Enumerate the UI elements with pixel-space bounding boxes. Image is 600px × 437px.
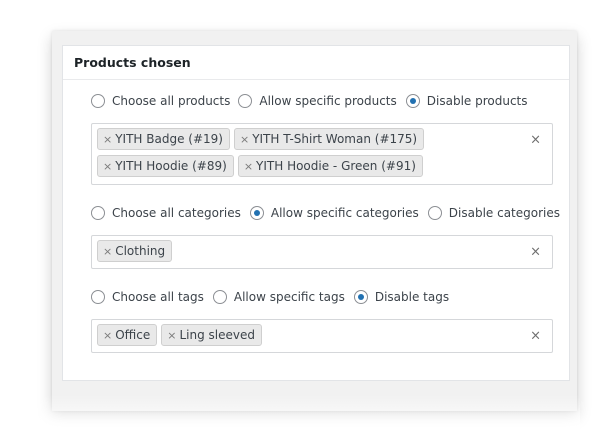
radio-checked-icon[interactable] (353, 290, 368, 304)
radio-circle-icon[interactable] (91, 290, 105, 304)
tag-label: YITH T-Shirt Woman (#175) (252, 132, 418, 146)
categories-section: Choose all categories Allow specific cat… (91, 203, 560, 269)
radio-disable-products[interactable]: Disable products (405, 94, 528, 108)
product-tag: × YITH Hoodie (#89) (97, 155, 234, 177)
radio-label: Disable categories (448, 206, 560, 220)
panel-header: Products chosen (63, 46, 569, 80)
categories-radio-group: Choose all categories Allow specific cat… (91, 203, 560, 223)
category-tag: × Clothing (97, 240, 173, 262)
tags-radio-group: Choose all tags Allow specific tags Disa… (91, 287, 553, 307)
radio-choose-all-products[interactable]: Choose all products (91, 94, 230, 108)
radio-circle-icon[interactable] (91, 94, 105, 108)
radio-label: Disable tags (374, 290, 450, 304)
radio-checked-icon[interactable] (405, 94, 420, 108)
tag-label: YITH Hoodie (#89) (115, 159, 227, 173)
tag-chip: × Office (97, 324, 158, 346)
remove-tag-icon[interactable]: × (103, 329, 112, 342)
radio-choose-all-tags[interactable]: Choose all tags (91, 290, 204, 304)
tag-label: YITH Badge (#19) (115, 132, 223, 146)
clear-all-icon[interactable]: × (530, 245, 541, 260)
radio-allow-specific-categories[interactable]: Allow specific categories (249, 206, 419, 220)
radio-allow-specific-products[interactable]: Allow specific products (238, 94, 397, 108)
categories-select-field[interactable]: × Clothing × (91, 235, 553, 269)
radio-label: Choose all categories (112, 206, 241, 220)
radio-label: Allow specific categories (270, 206, 419, 220)
radio-checked-icon[interactable] (249, 206, 264, 220)
tag-label: Ling sleeved (179, 328, 255, 342)
clear-all-icon[interactable]: × (530, 329, 541, 344)
radio-circle-icon[interactable] (91, 206, 105, 220)
radio-label: Choose all products (112, 94, 231, 108)
radio-choose-all-categories[interactable]: Choose all categories (91, 206, 241, 220)
radio-allow-specific-tags[interactable]: Allow specific tags (212, 290, 345, 304)
remove-tag-icon[interactable]: × (244, 160, 253, 173)
tag-label: YITH Hoodie - Green (#91) (256, 159, 416, 173)
radio-disable-categories[interactable]: Disable categories (427, 206, 560, 220)
radio-label: Choose all tags (112, 290, 204, 304)
panel-title: Products chosen (74, 55, 191, 70)
radio-label: Allow specific tags (233, 290, 345, 304)
product-tag: × YITH T-Shirt Woman (#175) (233, 128, 425, 150)
tag-label: Office (115, 328, 151, 342)
products-select-field[interactable]: × YITH Badge (#19) × YITH T-Shirt Woman … (91, 123, 553, 185)
products-chosen-panel: Products chosen Choose all products Allo… (62, 45, 570, 381)
clear-all-icon[interactable]: × (530, 133, 541, 148)
remove-tag-icon[interactable]: × (103, 160, 112, 173)
remove-tag-icon[interactable]: × (103, 245, 112, 258)
remove-tag-icon[interactable]: × (103, 133, 112, 146)
radio-circle-icon[interactable] (212, 290, 227, 304)
radio-circle-icon[interactable] (427, 206, 442, 220)
radio-label: Allow specific products (259, 94, 397, 108)
product-tag: × YITH Badge (#19) (97, 128, 230, 150)
product-tag: × YITH Hoodie - Green (#91) (237, 155, 423, 177)
remove-tag-icon[interactable]: × (240, 133, 249, 146)
tags-section: Choose all tags Allow specific tags Disa… (91, 287, 553, 353)
tag-chip: × Ling sleeved (161, 324, 262, 346)
radio-label: Disable products (426, 94, 528, 108)
tags-select-field[interactable]: × Office × Ling sleeved × (91, 319, 553, 353)
radio-disable-tags[interactable]: Disable tags (353, 290, 450, 304)
products-radio-group: Choose all products Allow specific produ… (91, 91, 553, 111)
bottom-fade (40, 395, 580, 437)
remove-tag-icon[interactable]: × (167, 329, 176, 342)
tag-label: Clothing (115, 244, 166, 258)
radio-circle-icon[interactable] (238, 94, 253, 108)
products-section: Choose all products Allow specific produ… (91, 91, 553, 185)
